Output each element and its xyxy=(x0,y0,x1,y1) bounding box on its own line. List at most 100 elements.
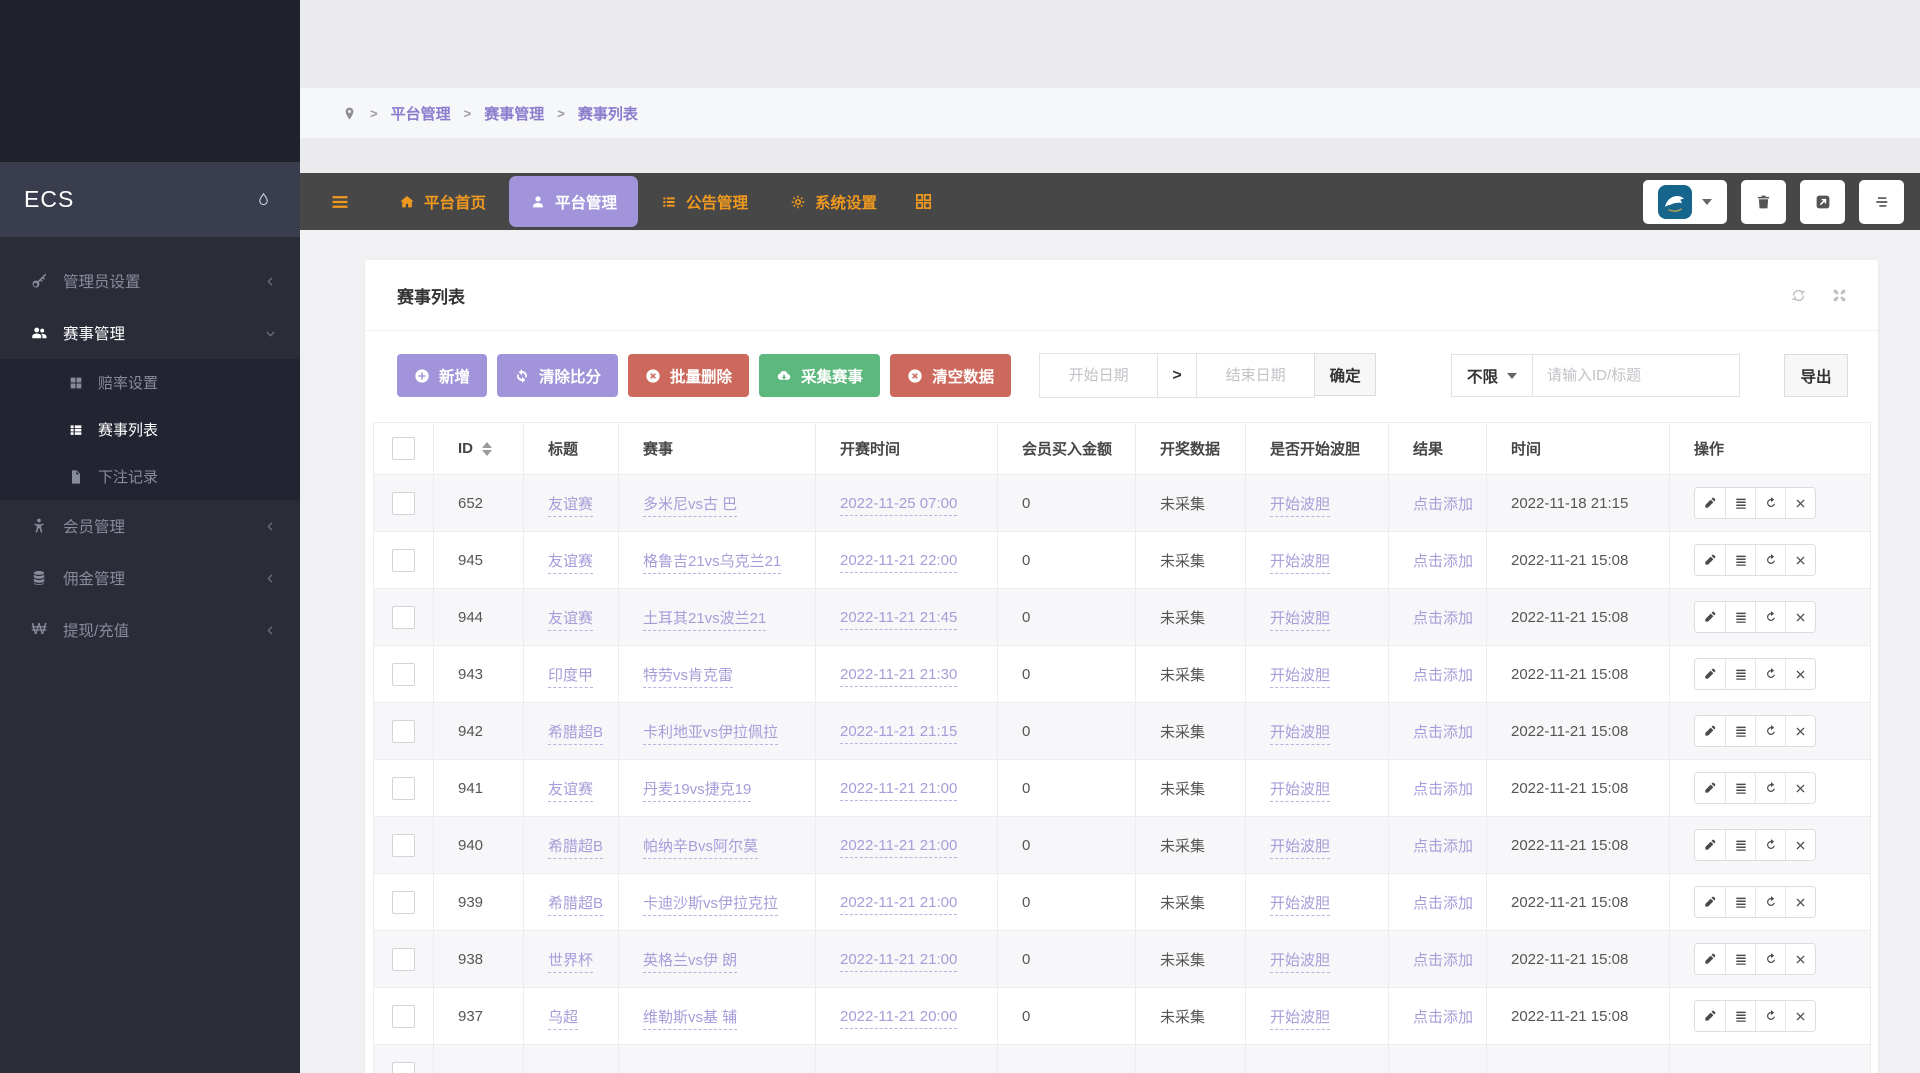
add-result-link[interactable]: 点击添加 xyxy=(1413,610,1473,627)
add-result-link[interactable]: 点击添加 xyxy=(1413,496,1473,513)
row-checkbox[interactable] xyxy=(392,720,415,743)
row-refresh-button[interactable] xyxy=(1755,545,1785,575)
row-delete-button[interactable] xyxy=(1785,488,1815,518)
external-link-button[interactable] xyxy=(1800,180,1845,224)
row-detail-button[interactable] xyxy=(1725,488,1755,518)
confirm-button[interactable]: 确定 xyxy=(1314,353,1376,396)
nav-tab[interactable]: 平台首页 xyxy=(378,173,507,230)
sidebar-subitem[interactable]: 赛事列表 xyxy=(0,406,300,453)
row-edit-button[interactable] xyxy=(1695,716,1725,746)
match-link[interactable]: 丹麦19vs捷克19 xyxy=(643,781,751,802)
nav-tab[interactable]: 公告管理 xyxy=(640,173,769,230)
sidebar-item[interactable]: 管理员设置 xyxy=(0,255,300,307)
start-bodan-link[interactable]: 开始波胆 xyxy=(1270,952,1330,973)
league-link[interactable]: 希腊超B xyxy=(548,724,603,745)
match-link[interactable]: 维勒斯vs基 辅 xyxy=(643,1009,737,1030)
league-link[interactable]: 友谊赛 xyxy=(548,610,593,631)
add-result-link[interactable]: 点击添加 xyxy=(1413,667,1473,684)
match-link[interactable]: 帕纳辛Bvs阿尔莫 xyxy=(643,838,758,859)
start-bodan-link[interactable]: 开始波胆 xyxy=(1270,838,1330,859)
row-detail-button[interactable] xyxy=(1725,1001,1755,1031)
row-edit-button[interactable] xyxy=(1695,659,1725,689)
toolbar-action-button[interactable]: 采集赛事 xyxy=(759,354,880,397)
start-time-link[interactable]: 2022-11-21 21:00 xyxy=(840,894,957,915)
match-link[interactable]: 多米尼vs古 巴 xyxy=(643,496,737,517)
toolbar-action-button[interactable]: 批量删除 xyxy=(628,354,749,397)
sidebar-subitem[interactable]: 下注记录 xyxy=(0,453,300,500)
row-delete-button[interactable] xyxy=(1785,716,1815,746)
trash-button[interactable] xyxy=(1741,180,1786,224)
row-refresh-button[interactable] xyxy=(1755,488,1785,518)
row-edit-button[interactable] xyxy=(1695,887,1725,917)
user-avatar-button[interactable] xyxy=(1643,180,1727,224)
row-edit-button[interactable] xyxy=(1695,773,1725,803)
add-result-link[interactable]: 点击添加 xyxy=(1413,724,1473,741)
match-link[interactable]: 英格兰vs伊 朗 xyxy=(643,952,737,973)
row-edit-button[interactable] xyxy=(1695,1001,1725,1031)
row-delete-button[interactable] xyxy=(1785,545,1815,575)
log-list-button[interactable] xyxy=(1859,180,1904,224)
row-detail-button[interactable] xyxy=(1725,830,1755,860)
match-link[interactable]: 格鲁吉21vs乌克兰21 xyxy=(643,553,781,574)
start-bodan-link[interactable]: 开始波胆 xyxy=(1270,724,1330,745)
toolbar-action-button[interactable]: 清空数据 xyxy=(890,354,1011,397)
add-result-link[interactable]: 点击添加 xyxy=(1413,895,1473,912)
row-checkbox[interactable] xyxy=(392,663,415,686)
league-link[interactable]: 友谊赛 xyxy=(548,781,593,802)
toolbar-action-button[interactable]: 新增 xyxy=(397,354,487,397)
row-edit-button[interactable] xyxy=(1695,830,1725,860)
start-bodan-link[interactable]: 开始波胆 xyxy=(1270,667,1330,688)
row-delete-button[interactable] xyxy=(1785,887,1815,917)
row-refresh-button[interactable] xyxy=(1755,659,1785,689)
league-link[interactable]: 友谊赛 xyxy=(548,496,593,517)
row-detail-button[interactable] xyxy=(1725,716,1755,746)
start-bodan-link[interactable]: 开始波胆 xyxy=(1270,781,1330,802)
row-delete-button[interactable] xyxy=(1785,602,1815,632)
sidebar-item[interactable]: 赛事管理 xyxy=(0,307,300,359)
row-checkbox[interactable] xyxy=(392,549,415,572)
toolbar-action-button[interactable]: 清除比分 xyxy=(497,354,618,397)
start-date-input[interactable] xyxy=(1039,353,1158,398)
row-detail-button[interactable] xyxy=(1725,773,1755,803)
start-time-link[interactable]: 2022-11-21 20:00 xyxy=(840,1008,957,1029)
row-refresh-button[interactable] xyxy=(1755,773,1785,803)
add-result-link[interactable]: 点击添加 xyxy=(1413,952,1473,969)
nav-tab[interactable]: 平台管理 xyxy=(509,176,638,227)
row-delete-button[interactable] xyxy=(1785,1001,1815,1031)
row-edit-button[interactable] xyxy=(1695,488,1725,518)
league-link[interactable]: 友谊赛 xyxy=(548,553,593,574)
league-link[interactable]: 乌超 xyxy=(548,1009,578,1030)
start-time-link[interactable]: 2022-11-21 21:00 xyxy=(840,837,957,858)
league-link[interactable]: 希腊超B xyxy=(548,895,603,916)
row-delete-button[interactable] xyxy=(1785,773,1815,803)
start-time-link[interactable]: 2022-11-21 21:00 xyxy=(840,951,957,972)
add-result-link[interactable]: 点击添加 xyxy=(1413,1009,1473,1026)
start-bodan-link[interactable]: 开始波胆 xyxy=(1270,496,1330,517)
start-bodan-link[interactable]: 开始波胆 xyxy=(1270,895,1330,916)
add-result-link[interactable]: 点击添加 xyxy=(1413,553,1473,570)
row-refresh-button[interactable] xyxy=(1755,1001,1785,1031)
start-time-link[interactable]: 2022-11-21 21:00 xyxy=(840,780,957,801)
league-link[interactable]: 印度甲 xyxy=(548,667,593,688)
end-date-input[interactable] xyxy=(1196,353,1315,398)
match-link[interactable]: 土耳其21vs波兰21 xyxy=(643,610,766,631)
row-checkbox[interactable] xyxy=(392,834,415,857)
league-link[interactable]: 世界杯 xyxy=(548,952,593,973)
row-checkbox[interactable] xyxy=(392,1005,415,1028)
select-all-checkbox[interactable] xyxy=(392,437,415,460)
start-time-link[interactable]: 2022-11-21 22:00 xyxy=(840,552,957,573)
row-delete-button[interactable] xyxy=(1785,944,1815,974)
breadcrumb-link[interactable]: 赛事列表 xyxy=(578,103,638,124)
sort-icon[interactable] xyxy=(482,442,492,456)
row-checkbox[interactable] xyxy=(392,777,415,800)
start-bodan-link[interactable]: 开始波胆 xyxy=(1270,553,1330,574)
row-checkbox[interactable] xyxy=(392,891,415,914)
match-link[interactable]: 特劳vs肯克雷 xyxy=(643,667,733,688)
row-checkbox[interactable] xyxy=(392,1062,415,1073)
export-button[interactable]: 导出 xyxy=(1784,354,1848,397)
fullscreen-icon[interactable] xyxy=(1831,287,1848,304)
start-time-link[interactable]: 2022-11-21 21:45 xyxy=(840,609,957,630)
row-edit-button[interactable] xyxy=(1695,602,1725,632)
row-detail-button[interactable] xyxy=(1725,545,1755,575)
row-refresh-button[interactable] xyxy=(1755,887,1785,917)
